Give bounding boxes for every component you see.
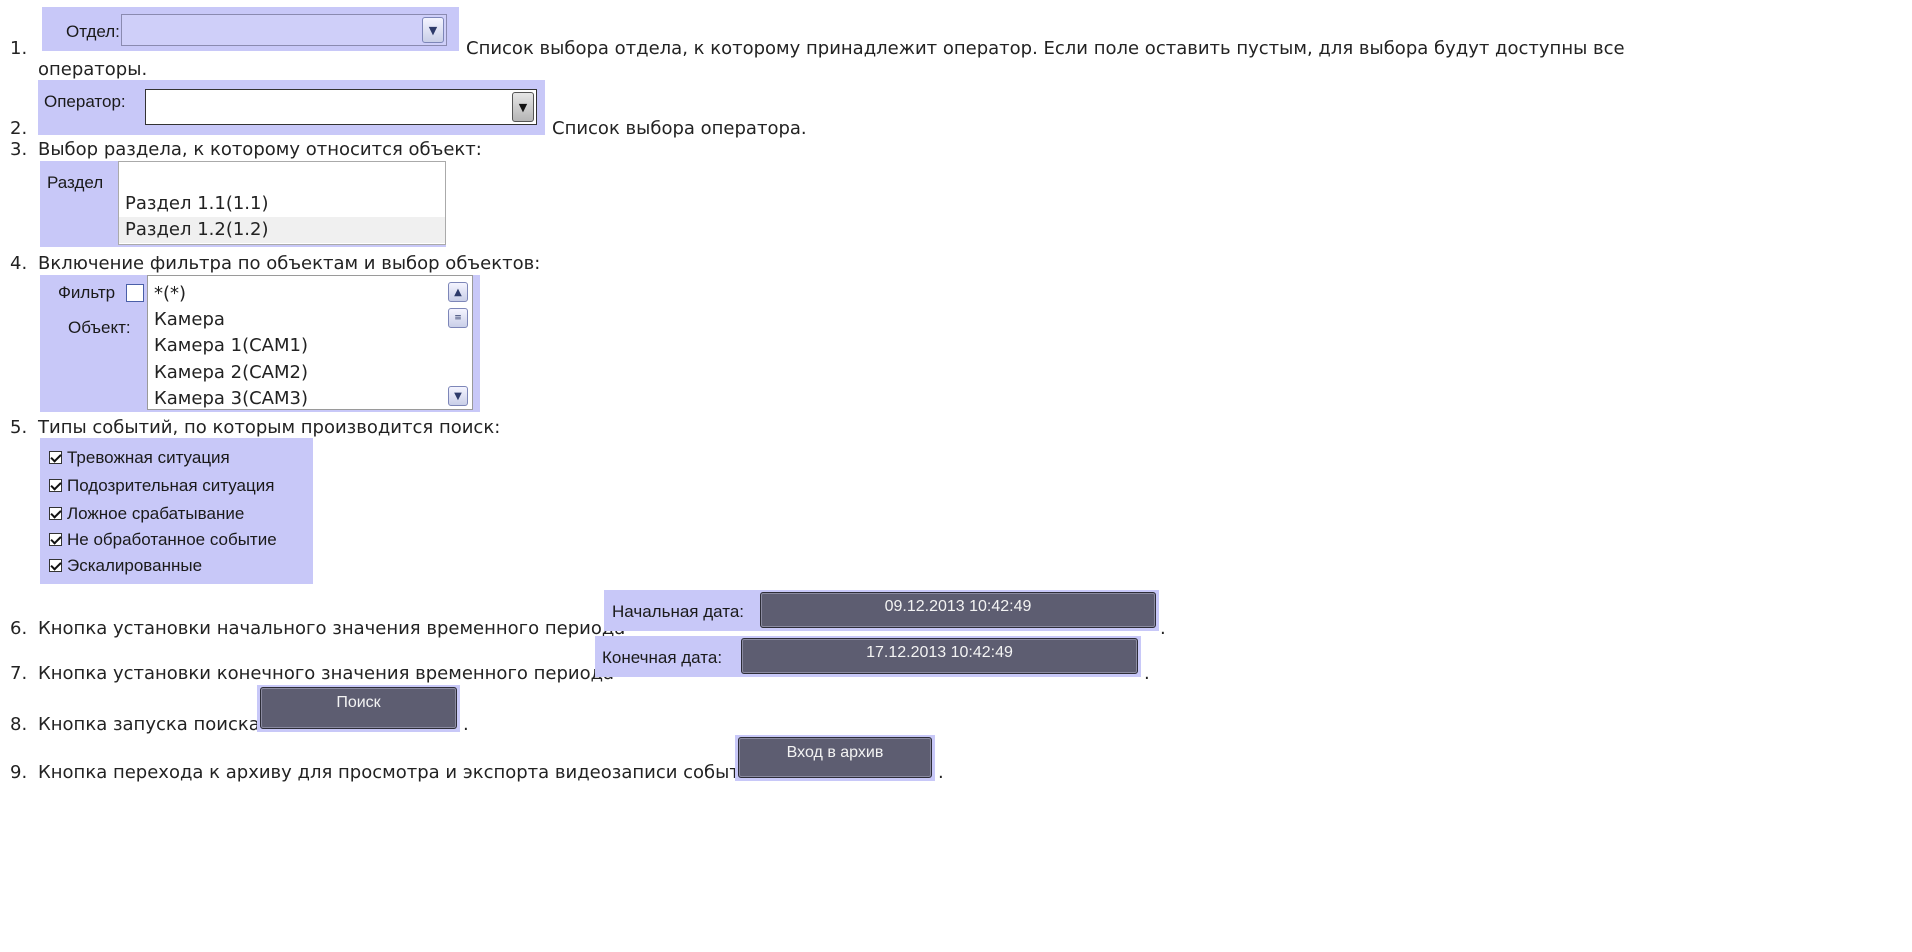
event-option[interactable]: Не обработанное событие xyxy=(49,527,277,553)
item-1-number: 1. xyxy=(10,38,28,59)
item-4-text: Включение фильтра по объектам и выбор об… xyxy=(38,253,541,274)
item-5-text: Типы событий, по которым производится по… xyxy=(38,417,501,438)
list-item[interactable]: Камера 2(CAM2) xyxy=(152,360,472,386)
list-item[interactable]: Камера xyxy=(152,307,472,333)
object-list[interactable]: *(*) Камера Камера 1(CAM1) Камера 2(CAM2… xyxy=(147,275,473,410)
item-1-text-continued: операторы. xyxy=(38,59,148,80)
archive-button[interactable]: Вход в архив xyxy=(738,737,932,778)
scroll-thumb[interactable]: ≡ xyxy=(448,308,468,328)
scroll-down-icon[interactable]: ▼ xyxy=(448,386,468,406)
list-item[interactable]: Раздел 1.1(1.1) xyxy=(123,191,445,217)
event-label: Ложное срабатывание xyxy=(67,504,245,523)
item-3-text: Выбор раздела, к которому относится объе… xyxy=(38,139,482,160)
item-8-number: 8. xyxy=(10,714,28,735)
chevron-down-icon[interactable]: ▼ xyxy=(422,17,444,43)
end-date-label: Конечная дата: xyxy=(602,648,723,667)
search-button[interactable]: Поиск xyxy=(260,687,457,729)
search-button-label: Поиск xyxy=(336,694,381,711)
list-item[interactable]: Камера 3(CAM3) xyxy=(152,386,472,409)
item-7-suffix: . xyxy=(1144,663,1150,684)
item-8-suffix: . xyxy=(463,714,469,735)
start-date-value: 09.12.2013 10:42:49 xyxy=(884,598,1032,615)
list-item[interactable]: *(*) xyxy=(152,281,472,307)
end-date-value: 17.12.2013 10:42:49 xyxy=(866,644,1013,661)
events-panel: Тревожная ситуация Подозрительная ситуац… xyxy=(40,438,313,584)
operator-select[interactable]: ▼ xyxy=(145,89,537,125)
chevron-down-icon[interactable]: ▼ xyxy=(512,92,534,122)
item-7-number: 7. xyxy=(10,663,28,684)
item-8-text: Кнопка запуска поиска xyxy=(38,714,260,735)
object-label: Объект: xyxy=(68,318,131,337)
event-option[interactable]: Тревожная ситуация xyxy=(49,445,230,471)
item-2-text: Список выбора оператора. xyxy=(552,118,807,139)
item-6-suffix: . xyxy=(1160,618,1166,639)
list-item[interactable]: Раздел 1.2(1.2) xyxy=(119,217,445,243)
item-4-number: 4. xyxy=(10,253,28,274)
start-date-button[interactable]: 09.12.2013 10:42:49 xyxy=(760,592,1156,628)
item-1-text: Список выбора отдела, к которому принадл… xyxy=(466,38,1625,59)
section-label: Раздел xyxy=(47,173,104,192)
event-label: Тревожная ситуация xyxy=(67,448,230,467)
event-label: Подозрительная ситуация xyxy=(67,476,275,495)
event-label: Эскалированные xyxy=(67,556,203,575)
department-label: Отдел: xyxy=(66,22,120,41)
item-9-number: 9. xyxy=(10,762,28,783)
filter-label: Фильтр xyxy=(58,283,116,302)
check-icon[interactable] xyxy=(49,506,62,520)
item-9-suffix: . xyxy=(938,762,944,783)
item-2-number: 2. xyxy=(10,118,28,139)
check-icon[interactable] xyxy=(49,532,62,546)
filter-checkbox[interactable] xyxy=(126,284,144,302)
event-option[interactable]: Эскалированные xyxy=(49,553,202,579)
list-item[interactable]: Камера 1(CAM1) xyxy=(152,333,472,359)
start-date-label: Начальная дата: xyxy=(612,602,744,621)
operator-label: Оператор: xyxy=(44,92,126,111)
item-7-text: Кнопка установки конечного значения врем… xyxy=(38,663,615,684)
archive-button-label: Вход в архив xyxy=(786,744,884,761)
scroll-up-icon[interactable]: ▲ xyxy=(448,282,468,302)
item-9-text: Кнопка перехода к архиву для просмотра и… xyxy=(38,762,763,783)
item-6-text: Кнопка установки начального значения вре… xyxy=(38,618,626,639)
event-option[interactable]: Подозрительная ситуация xyxy=(49,473,274,499)
check-icon[interactable] xyxy=(49,558,62,572)
item-3-number: 3. xyxy=(10,139,28,160)
check-icon[interactable] xyxy=(49,478,62,492)
item-6-number: 6. xyxy=(10,618,28,639)
department-select[interactable]: ▼ xyxy=(121,14,447,46)
section-list[interactable]: Раздел 1.1(1.1) Раздел 1.2(1.2) xyxy=(118,161,446,245)
item-5-number: 5. xyxy=(10,417,28,438)
check-icon[interactable] xyxy=(49,450,62,464)
end-date-button[interactable]: 17.12.2013 10:42:49 xyxy=(741,638,1138,674)
event-option[interactable]: Ложное срабатывание xyxy=(49,501,244,527)
event-label: Не обработанное событие xyxy=(67,530,277,549)
